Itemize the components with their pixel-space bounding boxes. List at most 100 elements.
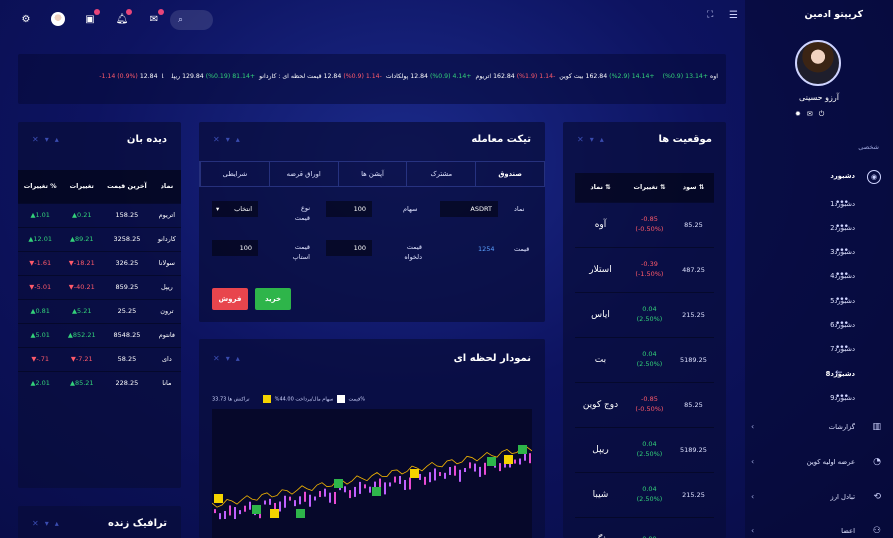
sidebar-item-label: دشبورد [830, 172, 855, 180]
ticker-item[interactable]: +13.14 (0.9%) [657, 73, 708, 80]
panel-tools[interactable]: ✕▾▴ [577, 135, 610, 144]
chevron-down-icon: ▾ [216, 205, 220, 213]
col-header[interactable]: تغییرات [62, 170, 102, 203]
live-chart-panel: نمودار لحظه ای ✕▾▴ قیمت سهام مال/پرداخت … [199, 339, 545, 538]
candle [329, 492, 331, 503]
candle [439, 472, 441, 477]
power-icon[interactable]: ⏻ [819, 110, 831, 118]
sidebar-item[interactable]: دشبورد4 ••• [745, 268, 893, 288]
gear-icon[interactable]: ⚙ [18, 11, 34, 27]
table-row[interactable]: ▼-5.01 ▼-40.21 859.25 ریپل [18, 274, 181, 299]
mail-icon[interactable]: ✉ [807, 110, 819, 118]
desired-price-input[interactable]: 100 [326, 240, 372, 256]
sidebar-item[interactable]: دشبورد7 ••• [745, 341, 893, 361]
table-row[interactable]: بت 0.04 (2.50%) 5189.25 [575, 336, 714, 382]
stock-input[interactable]: 100 [326, 201, 372, 217]
candle [394, 476, 396, 483]
panel-tools[interactable]: ✕▾▴ [213, 354, 246, 363]
candle [304, 491, 306, 502]
table-row[interactable]: دوج کوین -0.85 (-0.50%) 85.25 [575, 381, 714, 427]
ticker-item[interactable]: +4.14 (0.9%)12.84پولکادات [384, 73, 472, 80]
sidebar-item[interactable]: دشبورد ◉ [745, 168, 893, 188]
table-row[interactable]: ▼-1.61 ▼-18.21 326.25 سولانا [18, 250, 181, 275]
sidebar-item[interactable]: دشبورد2 ••• [745, 220, 893, 240]
candle [289, 496, 291, 501]
settings-icon[interactable]: ✹ [795, 110, 807, 118]
sidebar-item[interactable]: گزارشات ▥ ‹ [745, 419, 893, 439]
change-value: -18.21 [73, 259, 95, 267]
sidebar-item[interactable]: دشبورد1 ••• [745, 196, 893, 216]
col-changes[interactable]: تغییرات ⇅ [625, 173, 673, 202]
col-symbol[interactable]: نماد ⇅ [575, 173, 626, 202]
change-percent: (2.50%) [636, 359, 663, 368]
col-header[interactable]: آخرین قیمت [101, 170, 153, 203]
mail-icon[interactable]: ✉ [146, 9, 164, 27]
ticker-item[interactable]: +14.14 (2.9%)162.84بیت کوین [557, 73, 654, 80]
panel-tools[interactable]: ✕▾▴ [32, 135, 65, 144]
sidebar-item[interactable]: دشبورد9 ••• [745, 390, 893, 410]
table-row[interactable]: آوه -0.85 (-0.50%) 85.25 [575, 201, 714, 247]
ticker-item[interactable]: +81.14 (0.19%)129.84ریپل [169, 73, 255, 80]
sidebar-item[interactable]: دشبورد5 ••• [745, 293, 893, 313]
sidebar-item[interactable]: دشبورد8 ← [745, 366, 893, 386]
tab-4[interactable]: شرایطی [200, 162, 269, 186]
panel-tools[interactable]: ✕▾▴ [213, 135, 246, 144]
sell-button[interactable]: فروش [212, 288, 248, 310]
sidebar-item[interactable]: دشبورد3 ••• [745, 244, 893, 264]
live-chart[interactable] [212, 409, 532, 538]
tab-1[interactable]: مشترک [406, 162, 475, 186]
sidebar-item[interactable]: اعضا ⚇ ‹ [745, 523, 893, 538]
table-row[interactable]: ▲0.81 ▲5.21 25.25 ترون [18, 298, 181, 323]
table-row[interactable]: ایاس 0.04 (2.50%) 215.25 [575, 291, 714, 337]
ticker-item[interactable]: ا [160, 73, 168, 80]
col-header[interactable]: تغییرات % [18, 170, 63, 203]
search-input[interactable]: ⌕ [170, 10, 213, 30]
position-change: 0.04 (2.50%) [625, 336, 673, 382]
avatar[interactable] [50, 11, 66, 27]
panel-title: دیده بان [126, 134, 167, 145]
change-value: 0.04 [642, 484, 657, 493]
ticker-price: 12.84 [139, 73, 158, 80]
sidebar-item[interactable]: تبادل ارز ⟲ ‹ [745, 489, 893, 509]
sidebar-item[interactable]: عرضه اولیه کوین ◔ ‹ [745, 454, 893, 474]
table-row[interactable]: استلار -0.39 (-1.50%) 487.25 [575, 246, 714, 292]
panel-tools[interactable]: ✕▾▴ [32, 519, 65, 528]
tab-2[interactable]: آپشن ها [337, 162, 407, 186]
table-row[interactable]: ▲1.01 ▲0.21 158.25 اتریوم [18, 202, 181, 227]
stop-price-input[interactable]: 100 [212, 240, 258, 256]
candle [434, 468, 436, 481]
table-row[interactable]: ریپل 0.04 (2.50%) 5189.25 [575, 426, 714, 472]
table-row[interactable]: شیبا 0.04 (2.50%) 215.25 [575, 471, 714, 517]
tab-3[interactable]: اوراق قرضه [268, 162, 338, 186]
ticker-item[interactable]: -1.14 (1.9%)162.84اتریوم [473, 73, 555, 80]
bell-icon[interactable]: 🔔︎ [114, 9, 132, 27]
sidebar-item-label: عرضه اولیه کوین [806, 458, 855, 466]
table-row[interactable]: ▲2.01 ▲85.21 228.25 مانا [18, 370, 181, 395]
candle [479, 466, 481, 477]
fullscreen-icon[interactable]: ⛶ [707, 10, 713, 20]
watch-percent: ▼-.71 [18, 346, 63, 371]
sidebar-item[interactable]: دشبورد6 ••• [745, 317, 893, 337]
tab-0[interactable]: صندوق [475, 162, 544, 186]
ticker-change: +81.14 (0.19%) [205, 73, 256, 80]
watch-price: 3258.25 [101, 226, 153, 251]
candle [519, 458, 521, 465]
watch-percent: ▲2.01 [18, 370, 63, 395]
top-bar: ⚙ ▣ 🔔︎ ✉ ⌕ [0, 0, 745, 38]
type-select[interactable]: ▾ انتخاب [212, 201, 258, 217]
col-profit[interactable]: سود ⇅ [672, 173, 714, 202]
candle [349, 490, 351, 499]
percent-value: 12.01 [33, 235, 52, 243]
buy-button[interactable]: خرید [255, 288, 291, 310]
candle [459, 469, 461, 482]
candle [484, 462, 486, 475]
ticker-item[interactable]: -1.14 (0.9%)12.84قیمت لحظه ای : کاردانو [257, 73, 382, 80]
menu-toggle-icon[interactable]: ☰ [729, 10, 738, 21]
chat-icon[interactable]: ▣ [82, 9, 100, 27]
symbol-input[interactable]: ASDRT [440, 201, 498, 217]
table-row[interactable]: ▼-.71 ▼-7.21 58.25 دای [18, 346, 181, 371]
col-header[interactable]: نماد [152, 170, 181, 203]
table-row[interactable]: ▲12.01 ▲89.21 3258.25 کاردانو [18, 226, 181, 251]
table-row[interactable]: ▲5.01 ▲852.21 8548.25 فانتوم [18, 322, 181, 347]
table-row[interactable]: فگ0.89 [575, 516, 714, 538]
